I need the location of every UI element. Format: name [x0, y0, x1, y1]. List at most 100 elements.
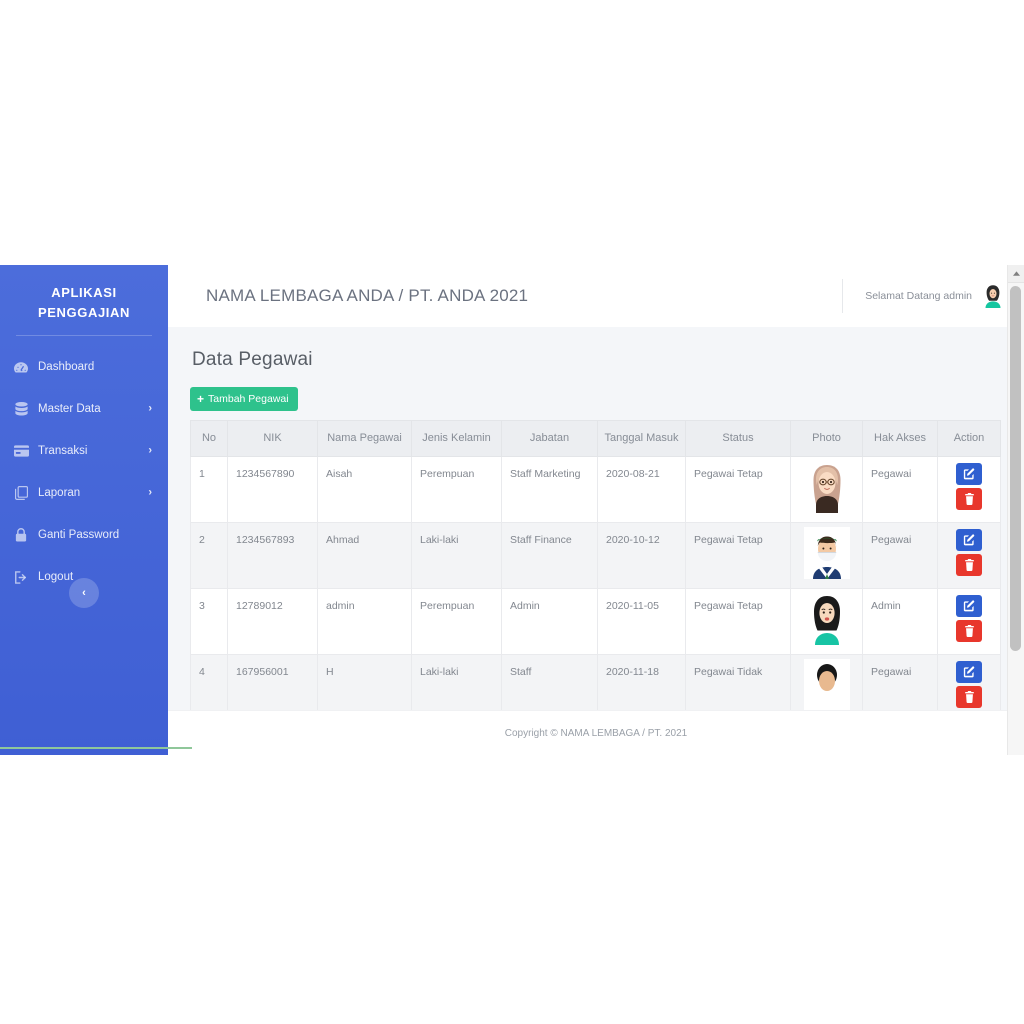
trash-icon[interactable] — [956, 620, 982, 642]
cell-nik: 167956001 — [227, 654, 318, 710]
cell-jabatan: Staff Marketing — [501, 456, 598, 523]
cell-tanggal: 2020-11-05 — [597, 588, 686, 655]
cell-status: Pegawai Tetap — [685, 456, 791, 523]
cell-nama: H — [317, 654, 412, 710]
brand-line-1: APLIKASI — [51, 285, 117, 300]
table-row[interactable]: 4 167956001 H Laki-laki Staff 2020-11-18… — [190, 654, 1001, 710]
sidebar-item-label: Ganti Password — [38, 529, 120, 541]
cell-nik: 1234567890 — [227, 456, 318, 523]
col-header-status: Status — [685, 420, 791, 457]
col-header-action: Action — [937, 420, 1001, 457]
edit-icon[interactable] — [956, 529, 982, 551]
cell-hak-akses: Pegawai — [862, 654, 938, 710]
edit-icon[interactable] — [956, 661, 982, 683]
application-window: APLIKASI PENGGAJIAN Dashboard Master Dat… — [0, 265, 1024, 755]
database-icon — [12, 402, 30, 416]
plus-icon: + — [197, 392, 205, 406]
app-brand: APLIKASI PENGGAJIAN — [0, 279, 168, 335]
add-pegawai-button[interactable]: + Tambah Pegawai — [190, 387, 298, 411]
sidebar-item-dashboard[interactable]: Dashboard — [0, 346, 168, 388]
cell-nik: 1234567893 — [227, 522, 318, 589]
table-header-row: No NIK Nama Pegawai Jenis Kelamin Jabata… — [190, 420, 1001, 457]
vertical-scrollbar[interactable] — [1007, 265, 1024, 755]
cell-tanggal: 2020-11-18 — [597, 654, 686, 710]
edit-icon[interactable] — [956, 595, 982, 617]
table-row[interactable]: 2 1234567893 Ahmad Laki-laki Staff Finan… — [190, 522, 1001, 589]
cell-photo — [790, 522, 863, 589]
sidebar-item-label: Transaksi — [38, 445, 88, 457]
footer: Copyright © NAMA LEMBAGA / PT. 2021 — [168, 710, 1024, 755]
sidebar-item-label: Dashboard — [38, 361, 95, 373]
chevron-right-icon: › — [148, 486, 152, 499]
cell-kelamin: Laki-laki — [411, 654, 502, 710]
col-header-photo: Photo — [790, 420, 863, 457]
chevron-right-icon: › — [148, 444, 152, 457]
main-content: NAMA LEMBAGA ANDA / PT. ANDA 2021 Selama… — [168, 265, 1024, 755]
edit-icon[interactable] — [956, 463, 982, 485]
welcome-message: Selamat Datang admin — [865, 290, 972, 302]
tachometer-icon — [12, 360, 30, 374]
cell-photo — [790, 654, 863, 710]
col-header-tanggal-masuk: Tanggal Masuk — [597, 420, 686, 457]
brand-line-2: PENGGAJIAN — [38, 305, 130, 320]
cell-no: 4 — [190, 654, 228, 710]
cell-status: Pegawai Tetap — [685, 588, 791, 655]
lock-icon — [12, 528, 30, 542]
cell-kelamin: Perempuan — [411, 456, 502, 523]
cell-status: Pegawai Tidak — [685, 654, 791, 710]
cell-nama: admin — [317, 588, 412, 655]
trash-icon[interactable] — [956, 686, 982, 708]
cell-jabatan: Staff — [501, 654, 598, 710]
chevron-right-icon: › — [148, 402, 152, 415]
sidebar-item-laporan[interactable]: Laporan › — [0, 472, 168, 514]
col-header-no: No — [190, 420, 228, 457]
cell-nama: Ahmad — [317, 522, 412, 589]
chevron-left-icon: ‹ — [82, 587, 86, 599]
sidebar-divider — [16, 335, 152, 336]
sidebar-item-label: Master Data — [38, 403, 101, 415]
page-title: Data Pegawai — [192, 349, 313, 370]
scroll-up-arrow-icon[interactable] — [1008, 265, 1024, 283]
table-row[interactable]: 3 12789012 admin Perempuan Admin 2020-11… — [190, 588, 1001, 655]
col-header-nik: NIK — [227, 420, 318, 457]
cell-hak-akses: Pegawai — [862, 456, 938, 523]
cell-no: 2 — [190, 522, 228, 589]
copy-files-icon — [12, 486, 30, 500]
col-header-hak-akses: Hak Akses — [862, 420, 938, 457]
cell-kelamin: Perempuan — [411, 588, 502, 655]
cell-status: Pegawai Tetap — [685, 522, 791, 589]
cell-hak-akses: Admin — [862, 588, 938, 655]
sidebar-item-master-data[interactable]: Master Data › — [0, 388, 168, 430]
cell-action — [937, 588, 1001, 655]
sidebar-item-label: Logout — [38, 571, 74, 583]
add-pegawai-label: Tambah Pegawai — [208, 393, 289, 405]
col-header-nama-pegawai: Nama Pegawai — [317, 420, 412, 457]
cell-photo — [790, 588, 863, 655]
cell-nama: Aisah — [317, 456, 412, 523]
sidebar-collapse-button[interactable]: ‹ — [69, 578, 99, 608]
cell-photo — [790, 456, 863, 523]
col-header-jenis-kelamin: Jenis Kelamin — [411, 420, 502, 457]
sign-out-icon — [12, 570, 30, 584]
sidebar: APLIKASI PENGGAJIAN Dashboard Master Dat… — [0, 265, 168, 755]
cell-kelamin: Laki-laki — [411, 522, 502, 589]
woman-hijab-glasses-avatar — [803, 461, 850, 513]
scrollbar-thumb[interactable] — [1010, 286, 1021, 651]
bottom-green-divider — [0, 747, 192, 749]
person-avatar — [803, 659, 850, 710]
scrollbar-track[interactable] — [1008, 282, 1024, 755]
copyright-text: Copyright © NAMA LEMBAGA / PT. 2021 — [504, 727, 688, 739]
woman-hijab-avatar[interactable] — [982, 284, 1004, 308]
woman-black-hijab-avatar — [803, 593, 850, 645]
content-scroll-area: Data Pegawai + Tambah Pegawai No NIK Nam… — [168, 327, 1024, 710]
sidebar-item-ganti-password[interactable]: Ganti Password — [0, 514, 168, 556]
cell-no: 3 — [190, 588, 228, 655]
cell-no: 1 — [190, 456, 228, 523]
table-row[interactable]: 1 1234567890 Aisah Perempuan Staff Marke… — [190, 456, 1001, 523]
page-header-title: NAMA LEMBAGA ANDA / PT. ANDA 2021 — [206, 286, 529, 305]
trash-icon[interactable] — [956, 554, 982, 576]
cell-action — [937, 456, 1001, 523]
trash-icon[interactable] — [956, 488, 982, 510]
user-area[interactable]: Selamat Datang admin — [842, 279, 1004, 313]
sidebar-item-transaksi[interactable]: Transaksi › — [0, 430, 168, 472]
